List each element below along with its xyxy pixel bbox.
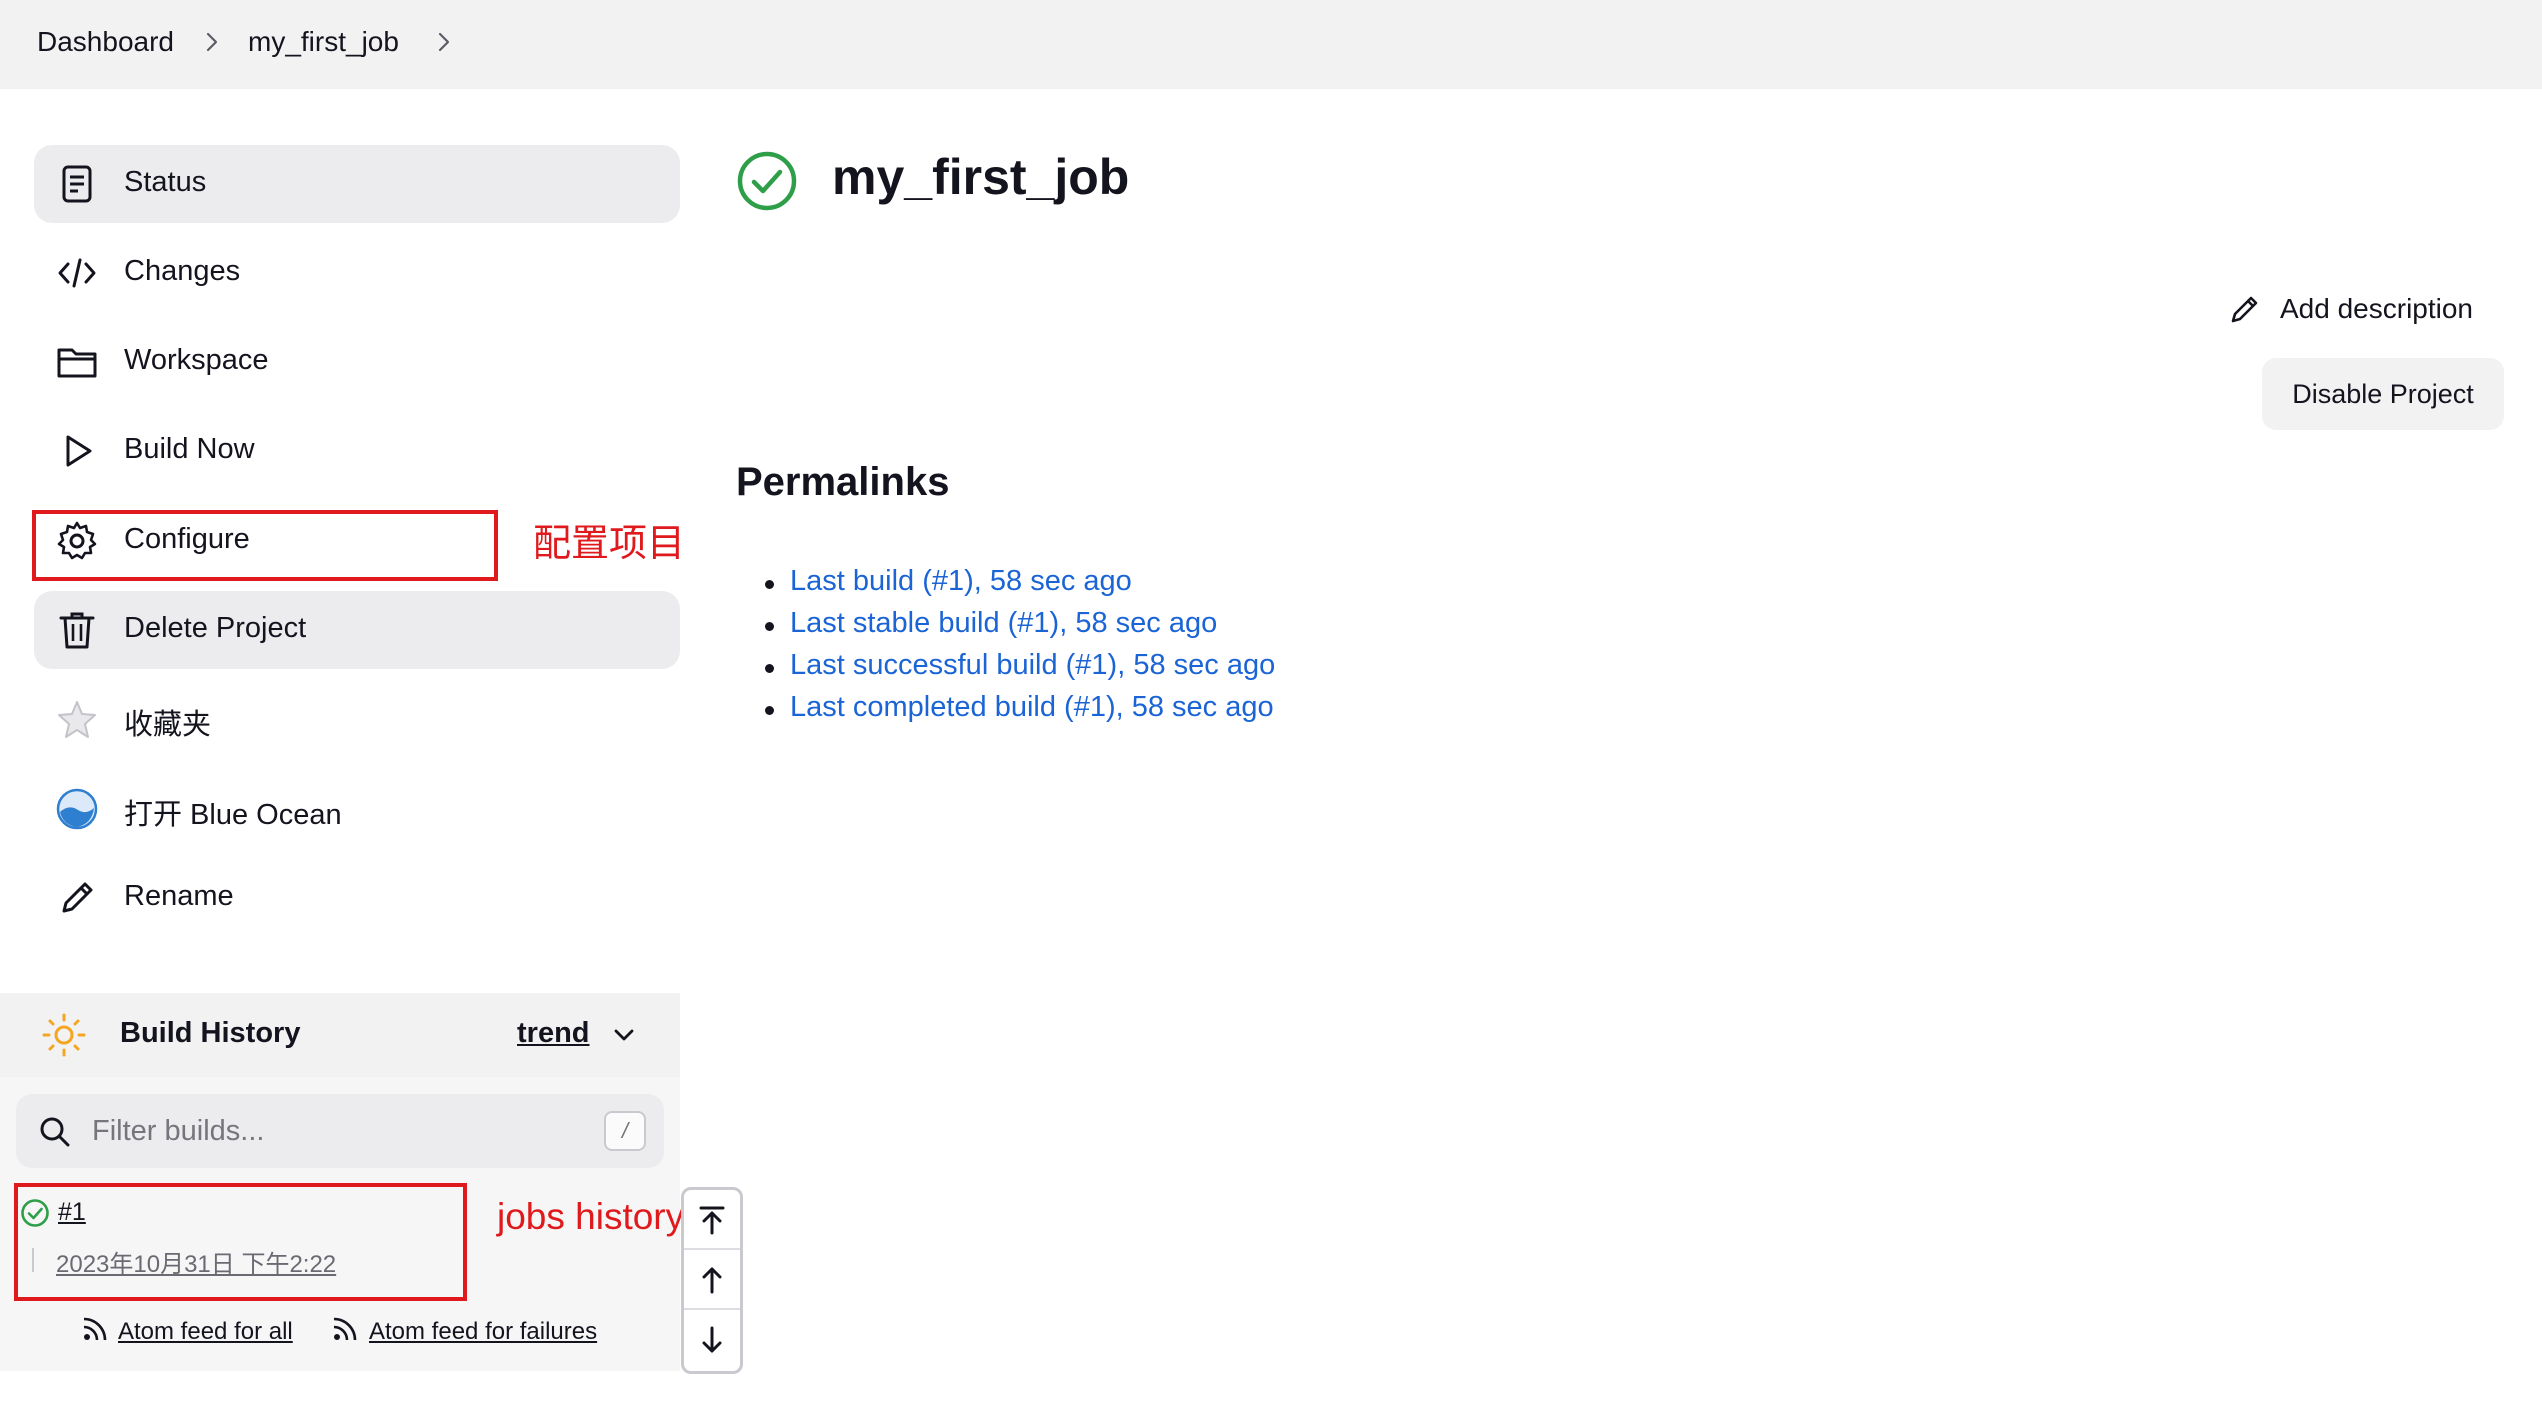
breadcrumb-dashboard[interactable]: Dashboard xyxy=(37,26,174,58)
play-icon xyxy=(66,435,92,467)
breadcrumb-job[interactable]: my_first_job xyxy=(248,26,399,58)
permalink-last-successful-build[interactable]: Last successful build (#1), 58 sec ago xyxy=(764,649,1275,691)
history-highlight-box xyxy=(14,1183,467,1301)
sidebar-item-label: Rename xyxy=(124,880,234,912)
rss-icon xyxy=(83,1317,107,1341)
chevron-down-icon[interactable] xyxy=(610,1021,638,1049)
build-history-header: Build History trend xyxy=(0,993,680,1077)
page-title: my_first_job xyxy=(832,149,1130,205)
trash-icon xyxy=(59,612,95,649)
sidebar-item-label: Build Now xyxy=(124,433,255,465)
permalink-last-stable-build[interactable]: Last stable build (#1), 58 sec ago xyxy=(764,607,1275,649)
scroll-up-button[interactable] xyxy=(684,1250,740,1310)
rss-icon xyxy=(333,1317,357,1341)
chevron-right-icon[interactable] xyxy=(432,30,456,54)
filter-builds-input[interactable]: Filter builds... / xyxy=(16,1094,664,1168)
atom-feed-failures-link[interactable]: Atom feed for failures xyxy=(369,1318,597,1346)
folder-icon xyxy=(57,348,97,378)
sidebar-item-label: 打开 Blue Ocean xyxy=(124,799,342,831)
sidebar-item-rename[interactable]: Rename xyxy=(34,859,680,937)
sidebar-item-label: 收藏夹 xyxy=(124,709,212,741)
blue-ocean-icon xyxy=(56,788,98,830)
permalinks-heading: Permalinks xyxy=(736,460,950,504)
sidebar-item-label: Changes xyxy=(124,255,241,287)
sidebar-item-changes[interactable]: Changes xyxy=(34,234,680,312)
configure-highlight-box xyxy=(32,510,498,581)
arrow-up-icon xyxy=(702,1267,722,1294)
permalink-last-completed-build[interactable]: Last completed build (#1), 58 sec ago xyxy=(764,691,1275,733)
scroll-controls xyxy=(681,1187,743,1374)
trend-link[interactable]: trend xyxy=(517,1017,590,1050)
configure-annotation: 配置项目 xyxy=(533,523,686,565)
pencil-icon xyxy=(2231,296,2258,323)
scroll-top-button[interactable] xyxy=(684,1190,740,1250)
sidebar-item-workspace[interactable]: Workspace xyxy=(34,323,680,401)
history-annotation: jobs history xyxy=(497,1196,685,1237)
filter-placeholder: Filter builds... xyxy=(92,1115,265,1147)
disable-project-button[interactable]: Disable Project xyxy=(2262,358,2504,430)
sidebar-item-build-now[interactable]: Build Now xyxy=(34,412,680,490)
build-history-title: Build History xyxy=(120,1017,301,1049)
sidebar-item-label: Delete Project xyxy=(124,612,307,644)
sun-icon xyxy=(42,1013,86,1057)
star-icon xyxy=(58,701,96,738)
arrow-to-top-icon xyxy=(699,1206,725,1235)
atom-feed-all-link[interactable]: Atom feed for all xyxy=(118,1318,293,1346)
shortcut-key-badge: / xyxy=(604,1111,646,1151)
success-status-icon xyxy=(737,151,797,211)
sidebar-item-favorites[interactable]: 收藏夹 xyxy=(34,680,680,758)
sidebar-item-blue-ocean[interactable]: 打开 Blue Ocean xyxy=(34,770,680,848)
sidebar-item-status[interactable]: Status xyxy=(34,145,680,223)
arrow-down-icon xyxy=(702,1326,722,1353)
sidebar-item-delete-project[interactable]: Delete Project xyxy=(34,591,680,669)
chevron-right-icon[interactable] xyxy=(200,30,224,54)
code-icon xyxy=(58,258,96,288)
scroll-down-button[interactable] xyxy=(684,1310,740,1370)
search-icon xyxy=(40,1117,70,1147)
sidebar-item-label: Workspace xyxy=(124,344,269,376)
breadcrumb-bar: Dashboard my_first_job xyxy=(0,0,2542,89)
permalinks-list: Last build (#1), 58 sec ago Last stable … xyxy=(764,565,1275,733)
permalink-last-build[interactable]: Last build (#1), 58 sec ago xyxy=(764,565,1275,607)
sidebar-item-label: Status xyxy=(124,166,207,198)
pencil-icon xyxy=(62,882,93,913)
document-icon xyxy=(62,165,92,203)
add-description-label: Add description xyxy=(2280,293,2474,324)
